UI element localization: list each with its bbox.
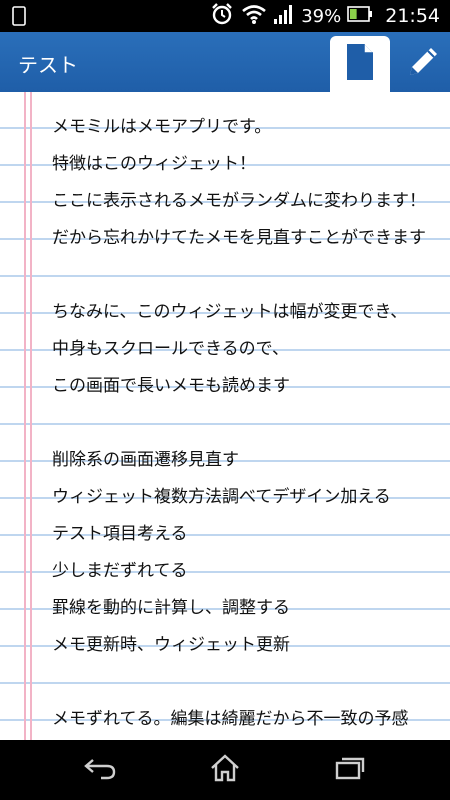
status-bar: 39% 21:54 <box>0 0 450 32</box>
document-icon <box>345 42 375 86</box>
note-line <box>52 664 450 701</box>
margin-line <box>24 92 26 740</box>
note-line: テスト項目考える <box>52 524 188 544</box>
recent-apps-button[interactable] <box>310 740 390 800</box>
note-line: メモミルはメモアプリです。 <box>52 117 272 137</box>
home-button[interactable] <box>185 740 265 800</box>
note-line <box>52 257 450 294</box>
recent-apps-icon <box>334 755 366 785</box>
note-line: メモ更新時、ウィジェット更新 <box>52 635 290 655</box>
pencil-icon <box>404 43 442 85</box>
back-icon <box>83 756 117 784</box>
navigation-bar <box>0 740 450 800</box>
edit-button[interactable] <box>396 36 450 92</box>
note-line: だから忘れかけてたメモを見直すことができます <box>52 228 426 248</box>
note-content[interactable]: メモミルはメモアプリです。 特徴はこのウィジェット！ ここに表示されるメモがランダム… <box>0 92 450 740</box>
note-line: 少しまだずれてる <box>52 561 188 581</box>
home-icon <box>209 753 241 787</box>
back-button[interactable] <box>60 740 140 800</box>
app-title: テスト <box>18 53 78 77</box>
note-line: ここに表示されるメモがランダムに変わります！ <box>52 191 426 211</box>
note-line: ちなみに、このウィジェットは幅が変更でき、 <box>52 302 408 322</box>
clock: 21:54 <box>385 5 440 27</box>
wifi-icon <box>241 3 267 29</box>
note-line: メモずれてる。編集は綺麗だから不一致の予感 <box>52 709 409 729</box>
note-line: 罫線を動的に計算し、調整する <box>52 598 290 618</box>
battery-percent: 39% <box>301 5 342 27</box>
note-line: 特徴はこのウィジェット！ <box>52 154 256 174</box>
note-line: 中身もスクロールできるので、 <box>52 339 289 359</box>
sd-card-icon <box>12 6 26 30</box>
note-lines: メモミルはメモアプリです。 特徴はこのウィジェット！ ここに表示されるメモがランダム… <box>52 109 450 738</box>
note-line <box>52 405 450 442</box>
alarm-icon <box>209 1 235 31</box>
note-line: ウィジェット複数方法調べてデザイン加える <box>52 487 391 507</box>
memo-tab-button[interactable] <box>330 36 390 92</box>
note-line: この画面で長いメモも読めます <box>52 376 290 396</box>
battery-icon <box>347 6 373 26</box>
action-bar: テスト <box>0 32 450 92</box>
note-line: 削除系の画面遷移見直す <box>52 450 239 470</box>
signal-icon <box>273 3 295 29</box>
margin-line <box>30 92 32 740</box>
status-indicators: 39% 21:54 <box>209 0 440 32</box>
